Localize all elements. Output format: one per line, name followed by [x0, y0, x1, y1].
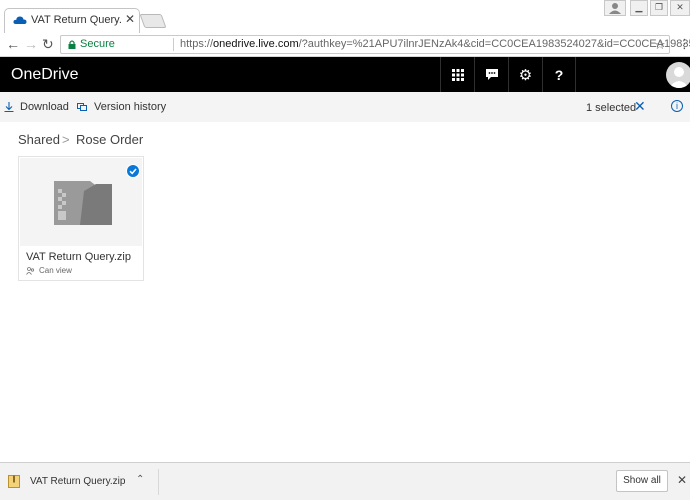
zip-archive-icon: [8, 475, 20, 488]
download-divider: [158, 469, 159, 495]
version-history-button[interactable]: Version history: [76, 101, 166, 113]
account-avatar[interactable]: [666, 62, 690, 88]
checkmark-icon: [129, 168, 137, 175]
info-pane-icon[interactable]: i: [671, 100, 683, 112]
url-prefix: https://: [180, 38, 214, 50]
secure-label: Secure: [80, 38, 115, 50]
feedback-button[interactable]: [474, 57, 508, 92]
user-icon: [609, 3, 621, 14]
settings-button[interactable]: ⚙: [508, 57, 542, 92]
minimize-icon: ▁: [635, 2, 643, 12]
browser-toolbar: ← → ↻ Secure https://onedrive.live.com/?…: [0, 33, 690, 57]
close-download-shelf-icon[interactable]: ✕: [677, 473, 687, 487]
file-thumbnail: [20, 158, 142, 246]
close-icon: ✕: [676, 2, 684, 12]
help-icon: ?: [554, 66, 564, 83]
download-icon: [4, 102, 14, 112]
waffle-icon: [451, 68, 464, 81]
file-tile[interactable]: VAT Return Query.zip Can view: [18, 156, 144, 281]
download-label: Download: [20, 101, 69, 113]
download-shelf: VAT Return Query.zip ⌃ Show all ✕: [0, 462, 690, 500]
address-separator: [173, 38, 174, 51]
browser-menu-icon[interactable]: ⋮: [678, 36, 690, 52]
url-path: /?authkey=%21APU7ilnrJENzAk4&cid=CC0CEA1…: [298, 38, 690, 50]
url-text: https://onedrive.live.com/?authkey=%21AP…: [180, 38, 690, 50]
permission-label: Can view: [39, 266, 72, 275]
lock-icon: [68, 40, 76, 49]
person-icon: [669, 67, 689, 88]
bookmark-star-icon[interactable]: ☆: [654, 37, 666, 53]
restore-icon: ❐: [654, 2, 664, 12]
content-scrollbar[interactable]: [684, 122, 690, 462]
new-tab-button[interactable]: [139, 14, 167, 28]
file-permission: Can view: [26, 266, 72, 275]
file-name[interactable]: VAT Return Query.zip: [26, 251, 131, 263]
breadcrumb-separator: >: [62, 132, 70, 147]
download-button[interactable]: Download: [4, 101, 69, 113]
browser-tab[interactable]: VAT Return Query.zip - C ✕: [4, 8, 140, 33]
clear-selection-icon[interactable]: ✕: [634, 98, 646, 115]
zip-file-icon: [54, 181, 112, 225]
shared-people-icon: [26, 266, 35, 275]
onedrive-cloud-icon: [13, 16, 27, 24]
url-host: onedrive.live.com: [213, 38, 299, 50]
gear-icon: ⚙: [518, 66, 533, 84]
breadcrumb-item-shared[interactable]: Shared: [18, 132, 60, 147]
selected-check-icon[interactable]: [126, 164, 140, 178]
tab-title: VAT Return Query.zip - C: [31, 14, 121, 26]
version-history-label: Version history: [94, 101, 167, 113]
tab-strip: VAT Return Query.zip - C ✕ ▁ ❐ ✕: [0, 0, 690, 33]
chevron-up-icon[interactable]: ⌃: [136, 474, 144, 485]
forward-arrow-icon[interactable]: →: [24, 36, 38, 52]
tab-close-icon[interactable]: ✕: [125, 12, 135, 26]
download-file-name: VAT Return Query.zip: [30, 476, 126, 487]
selection-count: 1 selected: [586, 102, 637, 114]
version-history-icon: [77, 103, 87, 111]
address-bar[interactable]: Secure https://onedrive.live.com/?authke…: [60, 35, 690, 54]
download-item[interactable]: VAT Return Query.zip: [8, 475, 125, 488]
reload-icon[interactable]: ↻: [42, 36, 54, 53]
onedrive-header: OneDrive ⚙ ?: [0, 57, 690, 92]
help-button[interactable]: ?: [542, 57, 576, 92]
profile-window-button[interactable]: [604, 0, 626, 16]
command-bar: Download Version history 1 selected ✕: [0, 92, 690, 122]
close-window-button[interactable]: ✕: [670, 0, 690, 16]
app-launcher-button[interactable]: [440, 57, 474, 92]
show-all-downloads-button[interactable]: Show all: [616, 470, 668, 492]
maximize-button[interactable]: ❐: [650, 0, 668, 16]
onedrive-brand[interactable]: OneDrive: [11, 66, 79, 84]
breadcrumb-item-rose-order: Rose Order: [76, 132, 144, 147]
back-arrow-icon[interactable]: ←: [6, 36, 20, 52]
chat-bubble-icon: [485, 69, 498, 80]
minimize-button[interactable]: ▁: [630, 0, 648, 16]
